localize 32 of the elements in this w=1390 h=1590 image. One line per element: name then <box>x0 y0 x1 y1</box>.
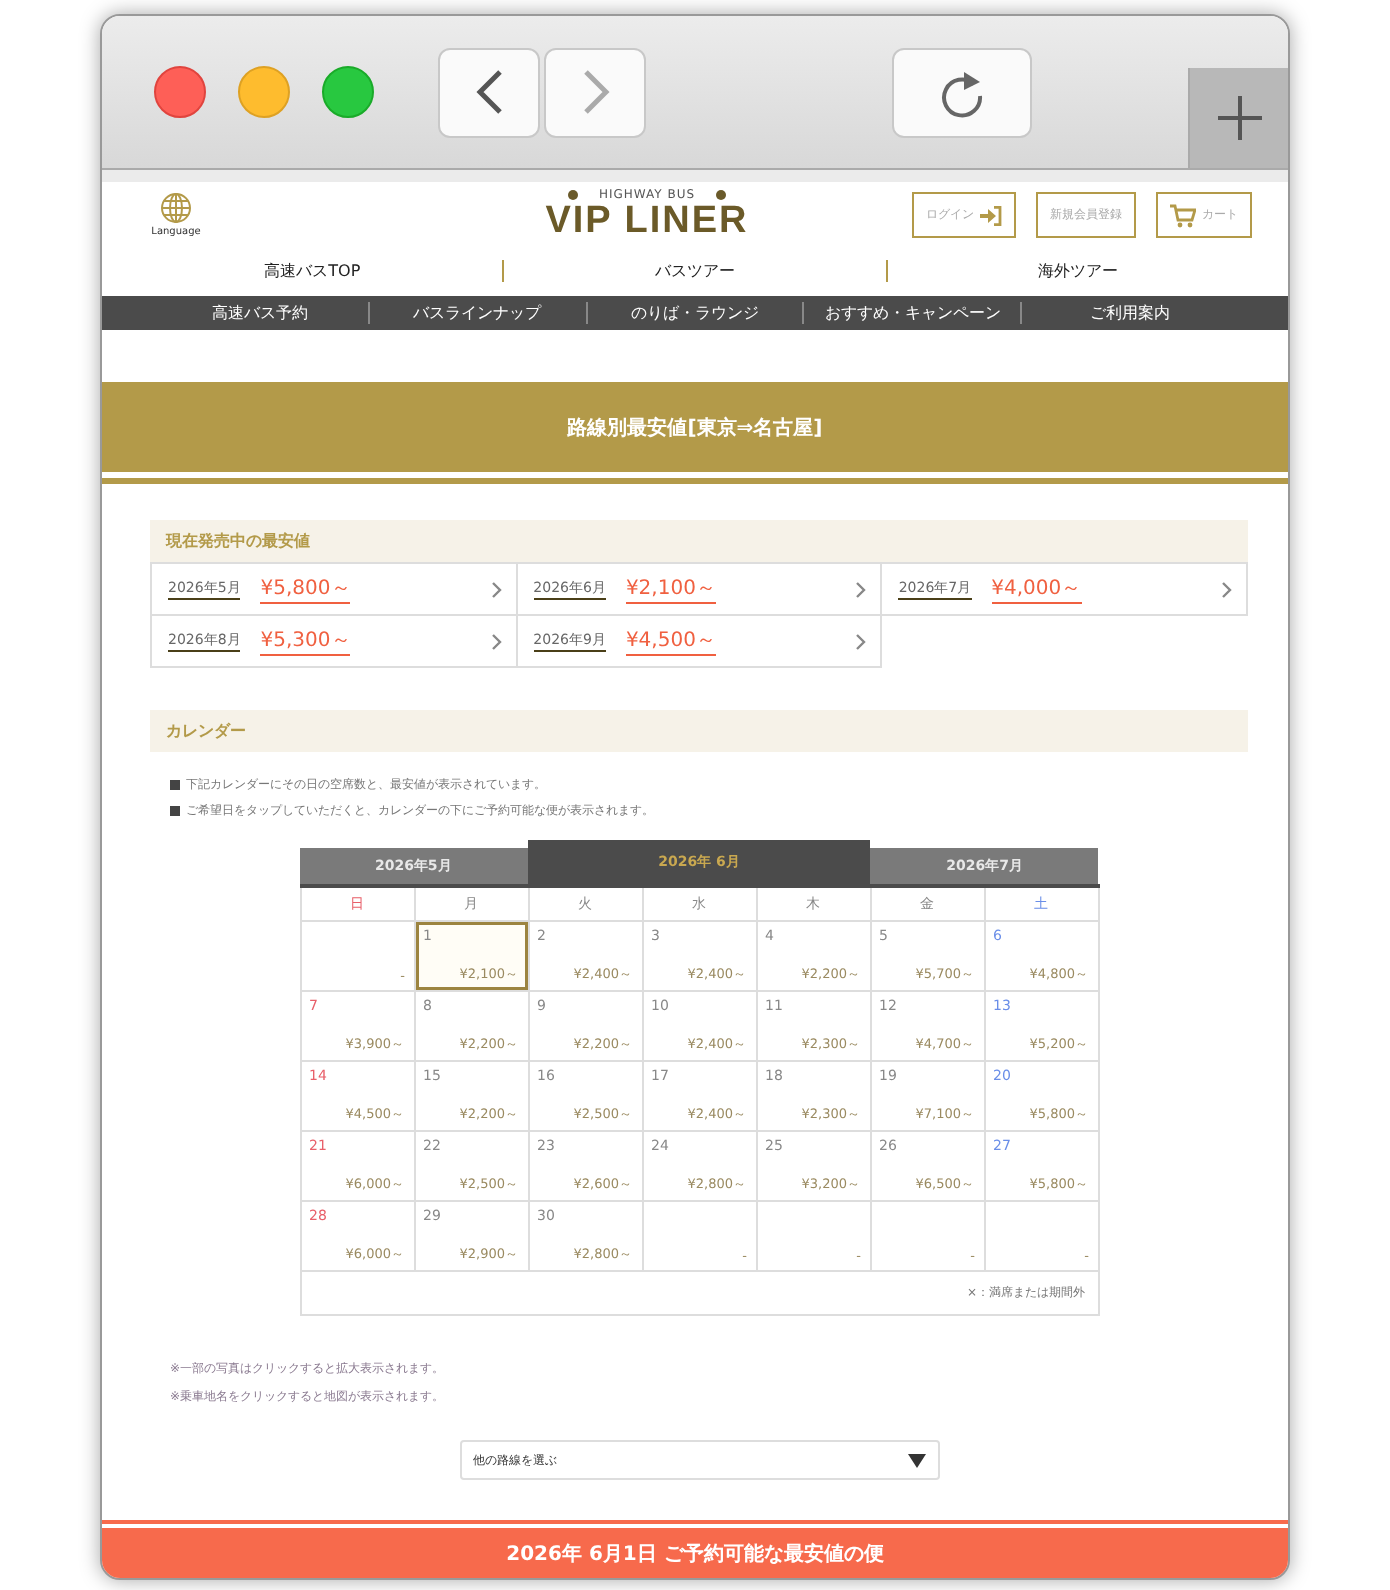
chevron-right-icon <box>491 633 502 650</box>
page-title: 路線別最安値[東京⇒名古屋] <box>567 414 823 442</box>
back-button[interactable] <box>438 47 540 137</box>
close-button[interactable] <box>154 66 206 118</box>
chevron-right-icon <box>856 581 867 598</box>
logo[interactable]: VIP LINER <box>545 202 749 243</box>
section-title: カレンダー <box>166 720 246 743</box>
nav-link[interactable]: ご利用案内 <box>1020 302 1238 325</box>
minimize-button[interactable] <box>238 66 290 118</box>
section-title: 現在発売中の最安値 <box>166 530 310 553</box>
nav-link[interactable]: のりば・ラウンジ <box>585 302 803 325</box>
globe-icon <box>160 192 192 225</box>
dropdown-arrow-icon <box>907 1453 925 1468</box>
chevron-right-icon <box>856 633 867 650</box>
reload-icon <box>936 66 988 118</box>
reload-button[interactable] <box>892 47 1032 137</box>
login-icon <box>980 205 1002 226</box>
zoom-button[interactable] <box>322 66 374 118</box>
bullet-icon <box>170 780 180 791</box>
nav-link[interactable]: バスラインナップ <box>367 302 586 325</box>
chevron-right-icon <box>1222 581 1232 598</box>
nav-link[interactable]: 海外ツアー <box>885 259 1268 282</box>
plus-icon <box>1217 96 1261 140</box>
cart-icon <box>1170 203 1196 228</box>
nav-link[interactable]: 高速バスTOP <box>122 259 503 282</box>
nav-link[interactable]: 高速バス予約 <box>152 302 368 325</box>
nav-link[interactable]: おすすめ・キャンペーン <box>802 302 1021 325</box>
nav-link[interactable]: バスツアー <box>502 259 886 282</box>
chevron-right-icon <box>491 581 502 598</box>
results-title: 2026年 6月1日 ご予約可能な最安値の便 <box>506 1540 884 1571</box>
bullet-icon <box>170 806 180 817</box>
new-tab-button[interactable] <box>1188 68 1288 168</box>
